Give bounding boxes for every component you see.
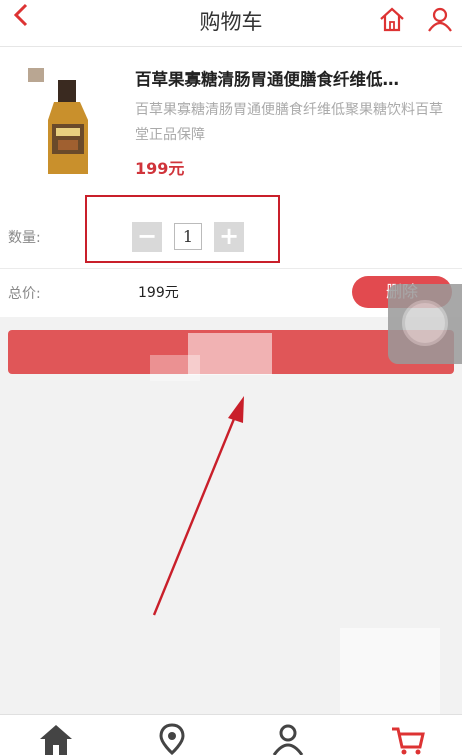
product-price: 199元 xyxy=(135,159,185,178)
quantity-increase-button[interactable]: + xyxy=(214,222,244,252)
location-pin-icon[interactable] xyxy=(152,723,192,755)
pixelated-area xyxy=(150,355,200,381)
assistive-touch-icon xyxy=(402,300,448,346)
cart-icon[interactable] xyxy=(388,723,428,755)
user-icon[interactable] xyxy=(268,723,308,755)
total-label: 总价: xyxy=(8,286,41,302)
product-description: 百草果寡糖清肠胃通便膳食纤维低聚果糖饮料百草堂正品保障 xyxy=(135,102,443,143)
quantity-decrease-button[interactable]: − xyxy=(132,222,162,252)
quantity-input[interactable]: 1 xyxy=(174,223,202,250)
pixelated-area xyxy=(96,2,152,42)
home-icon[interactable] xyxy=(378,5,406,33)
divider xyxy=(0,268,462,269)
user-icon[interactable] xyxy=(426,5,454,33)
assistive-touch-button[interactable] xyxy=(388,284,462,364)
pixelated-area xyxy=(188,333,272,375)
top-bar: 购物车 xyxy=(0,0,462,47)
bottom-tab-bar xyxy=(0,714,462,755)
pixelated-area xyxy=(340,628,440,714)
total-value: 199元 xyxy=(138,285,179,301)
product-image[interactable] xyxy=(18,62,118,182)
product-name[interactable]: 百草果寡糖清肠胃通便膳食纤维低… xyxy=(135,66,445,90)
quantity-label: 数量: xyxy=(8,230,41,246)
home-icon[interactable] xyxy=(36,723,76,755)
